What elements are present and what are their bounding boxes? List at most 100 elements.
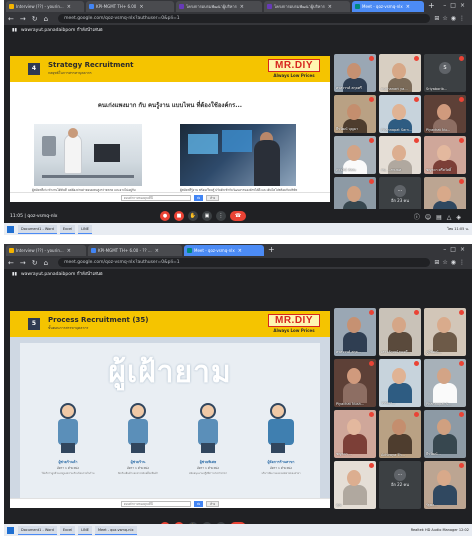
close-icon[interactable]: × — [240, 4, 244, 10]
window-controls-icon[interactable]: –□× — [443, 244, 469, 256]
participant-face-shape — [437, 470, 451, 486]
participant-tile[interactable]: ศรสวรรค์ สกุลศรี — [334, 54, 376, 92]
participant-name: ภาวลิน์ ทัสสะ — [336, 168, 357, 172]
home-icon[interactable]: ⌂ — [44, 259, 48, 267]
tab-label: Meet - qoz-vsmq-nlx — [194, 248, 235, 253]
taskbar-item[interactable]: LINE — [78, 224, 92, 234]
taskbar-item[interactable]: Document1 - Word — [18, 525, 57, 535]
close-icon[interactable]: × — [238, 248, 242, 254]
new-tab-icon[interactable]: + — [428, 0, 435, 12]
participant-name: Phannapat S... — [426, 402, 452, 406]
tab-favicon-icon — [91, 248, 96, 253]
participant-tile[interactable]: ภาวลิน์ ทัสสะ — [334, 136, 376, 174]
participant-name: เสาวลักษณ์ ทองดี... — [381, 350, 411, 354]
taskbar-item[interactable]: Document1 - Word — [18, 224, 57, 234]
participant-tile[interactable]: คุณ — [334, 461, 376, 509]
clear-button[interactable]: ล้าง — [206, 500, 220, 507]
participant-name: Piyachat Nush... — [336, 402, 365, 406]
participant-face-shape — [347, 368, 361, 384]
mic-off-icon[interactable]: ● — [160, 211, 170, 221]
close-icon[interactable]: × — [155, 248, 159, 254]
participant-tile[interactable]: ชญาดา ศรีสวัสดิ์ — [424, 136, 466, 174]
back-icon[interactable]: ← — [8, 259, 14, 267]
clear-button[interactable]: ล้าง — [206, 194, 220, 201]
back-icon[interactable]: ← — [8, 15, 14, 23]
taskbar-item[interactable]: Excel — [59, 525, 76, 535]
browser-tab[interactable]: โครงการอบรมพัฒนาผู้บริหาร × — [264, 1, 350, 12]
browser-tab[interactable]: Interview (??) - yourin... × — [6, 1, 84, 12]
tab-label: Interview (??) - yourin... — [16, 248, 64, 253]
close-icon[interactable]: × — [67, 4, 71, 10]
participant-tile[interactable]: Piyachat Nush... — [334, 359, 376, 407]
participant-tile[interactable]: ภูมิพัฒน์... — [424, 308, 466, 356]
participant-tile[interactable]: เสาวลักษณ์ ทองดี... — [379, 308, 421, 356]
participant-tile[interactable]: กน. ...ทรงยศ — [379, 136, 421, 174]
more-options-icon[interactable]: ⋮ — [216, 211, 226, 221]
home-icon[interactable]: ⌂ — [44, 15, 48, 23]
browser-tab-active[interactable]: Meet - qoz-vsmq-nlx × — [352, 1, 424, 12]
participant-tile[interactable]: Phannapat S... — [424, 359, 466, 407]
start-icon[interactable] — [7, 225, 14, 233]
url-field[interactable]: meet.google.com/qoz-vsmq-nlx?authuser=0&… — [58, 14, 431, 23]
close-icon[interactable]: × — [328, 4, 332, 10]
participant-tile[interactable]: ธีรวัฒน์ บุญมา — [334, 95, 376, 133]
start-icon[interactable] — [7, 526, 14, 534]
participant-tile[interactable]: ธีรวัฒน์... — [424, 410, 466, 458]
participant-tile[interactable]: รัฐพล... — [424, 461, 466, 509]
new-tab-icon[interactable]: + — [268, 244, 275, 256]
participant-tile[interactable]: Piyachat Nu... — [424, 95, 466, 133]
slide-headline: คนเก่งแพงมาก กับ คนรู้งาน แบบไหน ที่ต้อง… — [97, 102, 243, 109]
taskbar-item[interactable]: LINE — [78, 525, 92, 535]
submit-button[interactable]: ส่ง — [193, 194, 204, 201]
role-card: ผู้ช่วยร้านค้า อัตรา 1 ตำแหน่ง ให้บริการลู… — [37, 459, 99, 475]
participant-tile[interactable]: วรรณา... — [379, 359, 421, 407]
submit-button[interactable]: ส่ง — [193, 500, 204, 507]
taskbar-item[interactable]: Meet - qoz-vsmq-nlx — [94, 525, 137, 535]
camera-off-icon[interactable]: ■ — [174, 211, 184, 221]
participant-name: ชญาดา ... — [336, 452, 353, 456]
browser-tab-active[interactable]: Meet - qoz-vsmq-nlx × — [184, 245, 264, 256]
present-icon[interactable]: ▣ — [202, 211, 212, 221]
browser-tab[interactable]: Interview (??) - yourin... × — [6, 245, 86, 256]
answer-input[interactable]: ตอบคำถามของคุณที่นี่ — [120, 500, 191, 507]
close-icon[interactable]: × — [406, 4, 410, 10]
figure-body-shape — [128, 419, 148, 445]
taskbar-item[interactable]: Excel — [59, 224, 76, 234]
figure-body-shape — [268, 419, 294, 445]
participant-tile[interactable]: ศรสวรรค์ สกุล... — [334, 308, 376, 356]
browser-tab[interactable]: KPI-MGMT TH+ 6.00 - ?? ... × — [88, 245, 182, 256]
url-field[interactable]: meet.google.com/qoz-vsmq-nlx?authuser=0&… — [58, 258, 431, 267]
answer-input[interactable]: ตอบคำถามของคุณที่นี่ — [120, 194, 191, 201]
mic-muted-icon — [414, 310, 419, 315]
participant-name: รัฐพล... — [426, 503, 438, 507]
system-tray[interactable]: Realtek HD Audio Manager 12:02 — [411, 528, 469, 532]
forward-icon[interactable]: → — [20, 259, 26, 267]
browser-tab[interactable]: โครงการอบรมพัฒนาผู้บริหาร × — [176, 1, 262, 12]
participant-tile[interactable]: Phannapat Sarn... — [379, 95, 421, 133]
participant-tile[interactable]: S Sriyaborib... — [424, 54, 466, 92]
reload-icon[interactable]: ↻ — [32, 259, 38, 267]
tab-favicon-icon — [179, 4, 184, 9]
browser-tab-strip: Interview (??) - yourin... × KPI-MGMT TH+… — [4, 244, 472, 256]
extension-icons[interactable]: ⊞☆◉⋮ — [434, 15, 468, 22]
avatar: S — [439, 62, 451, 74]
reload-icon[interactable]: ↻ — [32, 15, 38, 23]
tab-favicon-icon — [9, 248, 14, 253]
role-rate: อัตรา 1 ตำแหน่ง — [127, 466, 149, 470]
participant-tile[interactable]: ชญาดา ... — [334, 410, 376, 458]
system-tray[interactable]: ไทย 11:05 น. — [447, 226, 469, 232]
mic-muted-icon — [414, 412, 419, 417]
close-icon[interactable]: × — [139, 4, 143, 10]
participant-tile[interactable]: Achiraya Th... — [379, 410, 421, 458]
close-icon[interactable]: × — [67, 248, 71, 254]
participant-tile[interactable]: ⋯ อีก 22 คน — [379, 461, 421, 509]
raise-hand-icon[interactable]: ✋ — [188, 211, 198, 221]
participant-tile[interactable]: nuchanart ya... — [379, 54, 421, 92]
extension-icons[interactable]: ⊞☆◉⋮ — [434, 259, 468, 266]
hang-up-icon[interactable]: ☎ — [230, 211, 246, 221]
window-controls-icon[interactable]: –□× — [443, 0, 469, 12]
role-card: ผู้ช่วยพิเศษ อัตรา 1 ตำแหน่ง สนับสนุนงานปฏ… — [177, 459, 239, 475]
forward-icon[interactable]: → — [20, 15, 26, 23]
side-panel-icons[interactable]: ⓘ☺▤△◈ — [414, 212, 466, 221]
browser-tab[interactable]: KPI-MGMT TH+ 6.00 × — [86, 1, 174, 12]
